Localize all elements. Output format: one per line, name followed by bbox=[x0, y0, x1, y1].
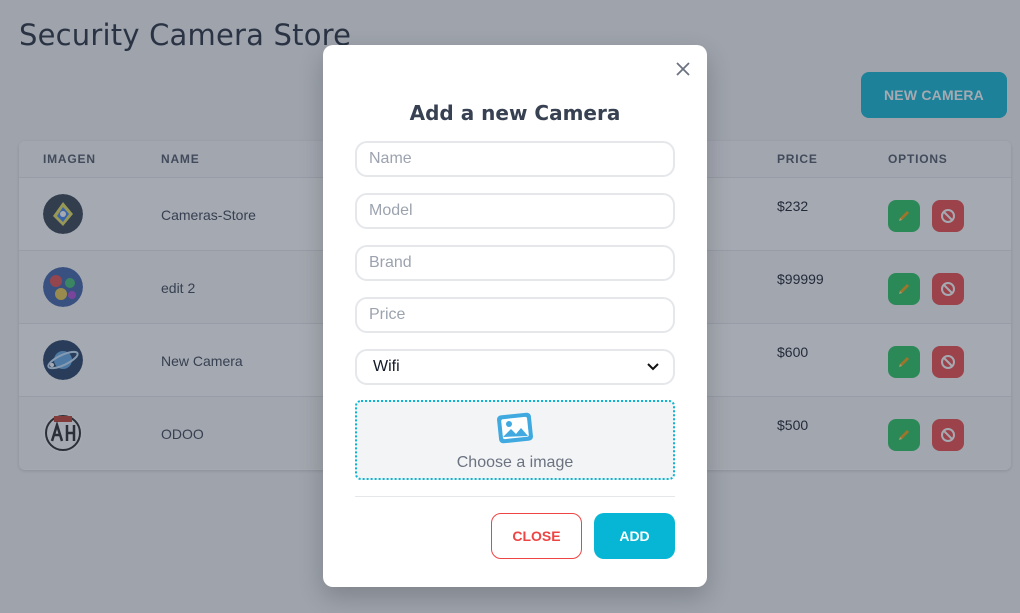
add-button[interactable]: ADD bbox=[594, 513, 675, 559]
dropzone-label: Choose a image bbox=[456, 454, 574, 471]
price-input[interactable] bbox=[355, 297, 675, 333]
image-dropzone[interactable]: Choose a image bbox=[355, 400, 675, 480]
brand-input[interactable] bbox=[355, 245, 675, 281]
connection-type-select[interactable]: Wifi bbox=[355, 349, 675, 385]
chevron-down-icon bbox=[647, 363, 659, 371]
name-input[interactable] bbox=[355, 141, 675, 177]
divider bbox=[355, 496, 675, 497]
model-input[interactable] bbox=[355, 193, 675, 229]
close-icon[interactable] bbox=[673, 59, 693, 79]
modal-title: Add a new Camera bbox=[409, 101, 621, 125]
image-icon bbox=[495, 410, 535, 451]
close-button[interactable]: CLOSE bbox=[491, 513, 582, 559]
select-value: Wifi bbox=[373, 358, 400, 375]
add-camera-modal: Add a new Camera Wifi Choose a image CLO… bbox=[323, 45, 707, 587]
